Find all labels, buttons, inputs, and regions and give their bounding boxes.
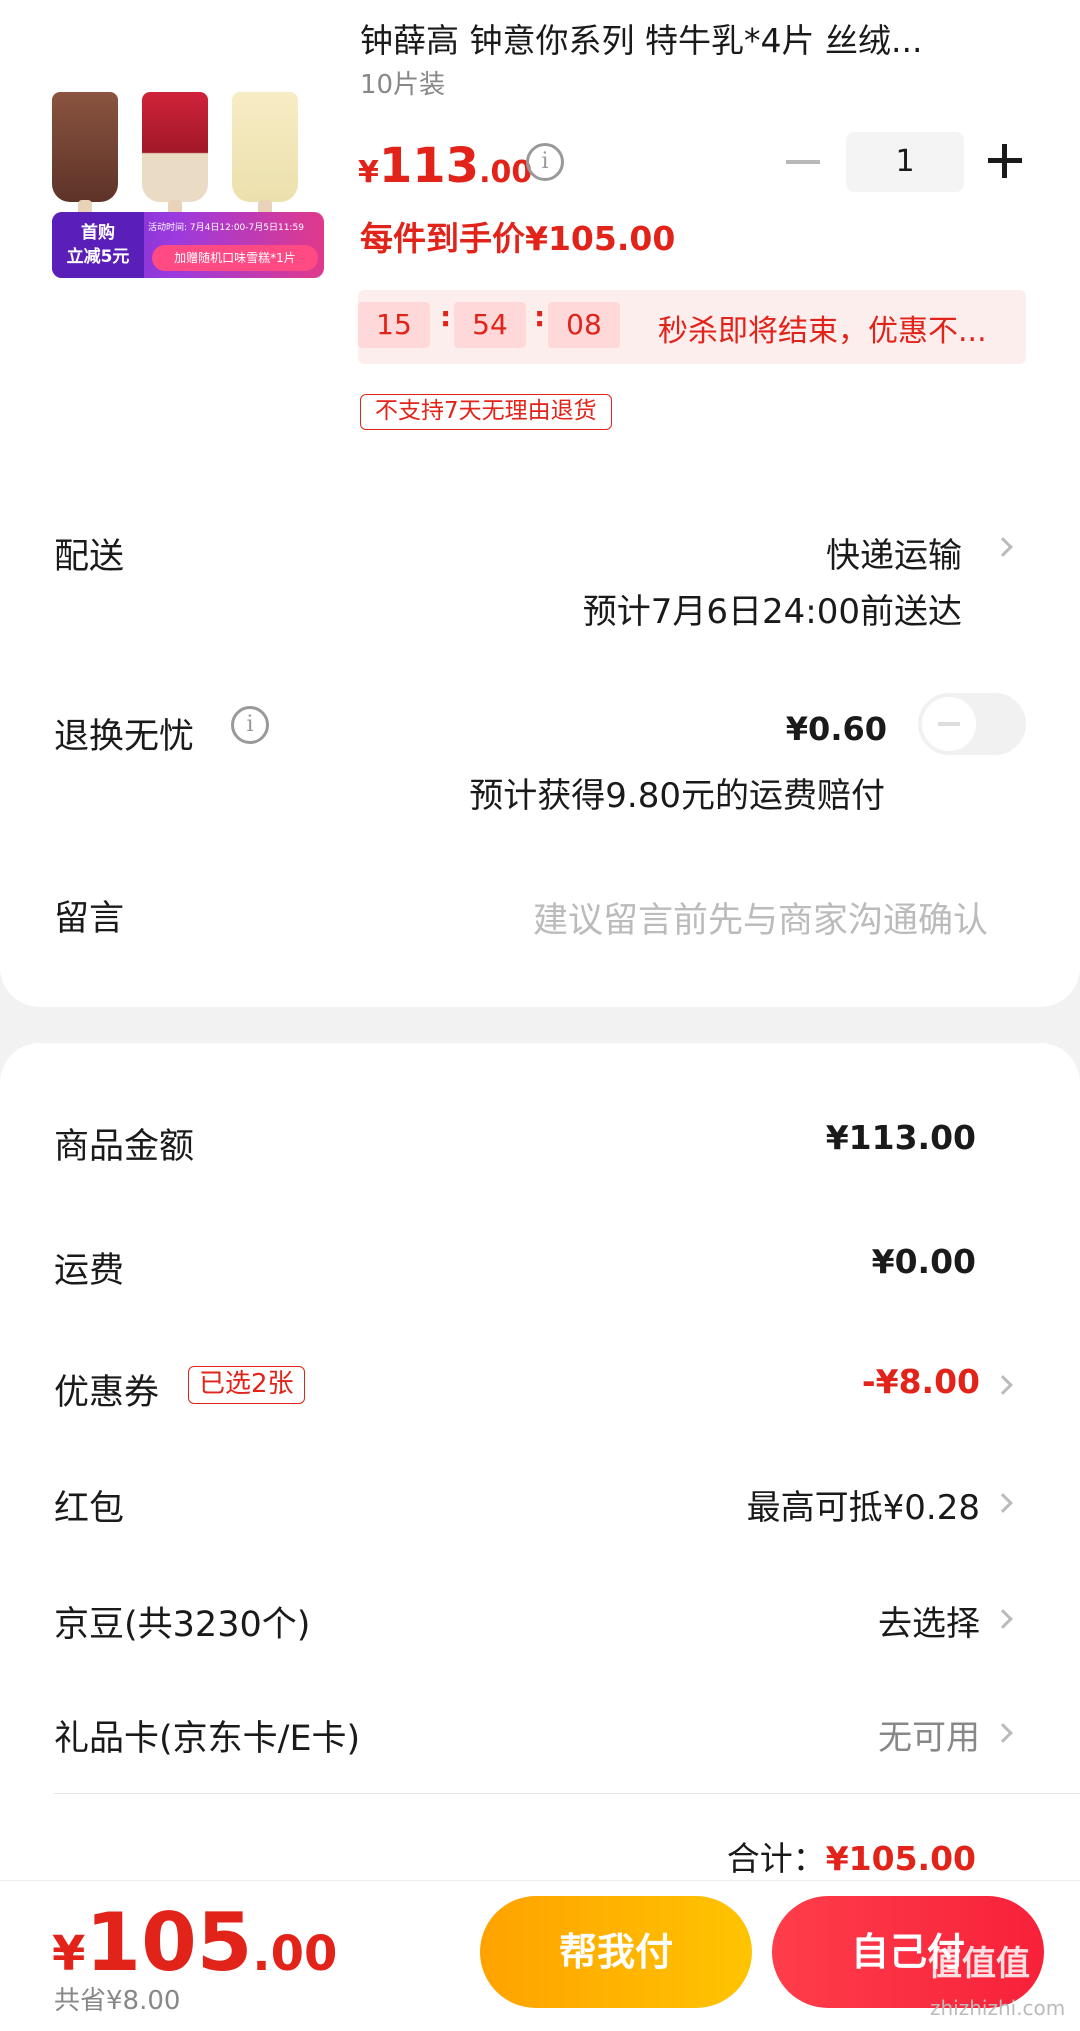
promo-badge-line2: 立减5元	[66, 247, 130, 267]
return-insurance-toggle[interactable]	[918, 693, 1026, 755]
coupon-amount[interactable]: -¥8.00	[862, 1362, 980, 1401]
redpacket-label: 红包	[54, 1489, 125, 1529]
flash-sale-text: 秒杀即将结束，优惠不...	[658, 314, 987, 349]
price-dec: .00	[479, 155, 533, 190]
promo-gift: 加赠随机口味雪糕*1片	[152, 245, 318, 271]
price-symbol: ¥	[358, 155, 379, 190]
coupon-selected-tag: 已选2张	[188, 1366, 305, 1404]
countdown-colon: :	[440, 300, 452, 333]
help-pay-button[interactable]: 帮我付	[480, 1896, 752, 2008]
promo-badge: 首购 立减5元	[52, 212, 144, 278]
toggle-knob	[922, 697, 976, 751]
watermark-site: zhizhizhi.com	[930, 1996, 1066, 2020]
product-price: ¥113.00	[358, 138, 532, 194]
saved-amount: 共省¥8.00	[54, 1986, 181, 2016]
product-spec[interactable]: 10片装	[360, 64, 445, 101]
giftcard-label: 礼品卡(京东卡/E卡)	[54, 1719, 361, 1759]
bar-chocolate	[52, 92, 118, 202]
shipping-label: 运费	[54, 1251, 125, 1291]
bar-milk	[232, 92, 298, 202]
countdown-minutes: 54	[454, 302, 526, 348]
product-image[interactable]: 首购 立减5元 活动时间: 7月4日12:00-7月5日11:59 加赠随机口味…	[52, 92, 324, 278]
note-label: 留言	[54, 899, 125, 939]
unit-final-price: 每件到手价¥105.00	[360, 219, 676, 258]
delivery-label: 配送	[54, 537, 125, 577]
redpacket-value[interactable]: 最高可抵¥0.28	[747, 1480, 980, 1529]
beans-label: 京豆(共3230个)	[54, 1605, 311, 1645]
divider	[54, 1793, 1080, 1794]
giftcard-value[interactable]: 无可用	[878, 1710, 980, 1759]
bar-berry	[142, 92, 208, 202]
total-amount: ¥105.00	[825, 1839, 976, 1878]
total-symbol: ¥	[52, 1926, 86, 1982]
return-insurance-price: ¥0.60	[785, 710, 887, 748]
quantity-input[interactable]: 1	[846, 132, 964, 192]
delivery-method[interactable]: 快递运输	[826, 528, 962, 577]
bottom-total-price: ¥105.00	[52, 1896, 337, 1989]
total-int: 105	[85, 1896, 253, 1989]
promo-badge-line1: 首购	[81, 223, 115, 243]
quantity-minus-button[interactable]	[786, 160, 820, 164]
countdown-colon: :	[534, 300, 546, 333]
beans-value[interactable]: 去选择	[878, 1596, 980, 1645]
total-row: 合计：¥105.00	[727, 1832, 976, 1880]
note-input[interactable]: 建议留言前先与商家沟通确认	[533, 892, 988, 943]
goods-amount-label: 商品金额	[54, 1127, 195, 1167]
price-info-icon[interactable]: i	[526, 143, 564, 181]
product-title[interactable]: 钟薛高 钟意你系列 特牛乳*4片 丝绒...	[360, 14, 922, 62]
info-icon[interactable]: i	[231, 706, 269, 744]
shipping-amount: ¥0.00	[871, 1242, 976, 1281]
delivery-eta: 预计7月6日24:00前送达	[582, 592, 962, 632]
return-compensation: 预计获得9.80元的运费赔付	[469, 776, 885, 816]
coupon-label: 优惠券	[54, 1373, 160, 1413]
chevron-right-icon[interactable]	[993, 537, 1013, 557]
watermark-logo: 值值值	[928, 1944, 1030, 1984]
flash-sale-bar: 15 : 54 : 08 秒杀即将结束，优惠不...	[358, 290, 1026, 364]
goods-amount: ¥113.00	[825, 1118, 976, 1157]
promo-banner: 首购 立减5元 活动时间: 7月4日12:00-7月5日11:59 加赠随机口味…	[52, 212, 324, 278]
order-card: 首购 立减5元 活动时间: 7月4日12:00-7月5日11:59 加赠随机口味…	[0, 0, 1080, 1007]
quantity-plus-button[interactable]	[988, 144, 1022, 178]
total-label: 合计：	[726, 1839, 826, 1878]
countdown-seconds: 08	[548, 302, 620, 348]
price-int: 113	[378, 138, 480, 194]
no-return-tag: 不支持7天无理由退货	[360, 394, 612, 430]
total-dec: .00	[252, 1926, 338, 1982]
price-summary-card	[0, 1043, 1080, 1893]
return-insurance-label: 退换无忧	[54, 717, 195, 757]
countdown-hours: 15	[358, 302, 430, 348]
promo-time: 活动时间: 7月4日12:00-7月5日11:59	[148, 223, 304, 233]
